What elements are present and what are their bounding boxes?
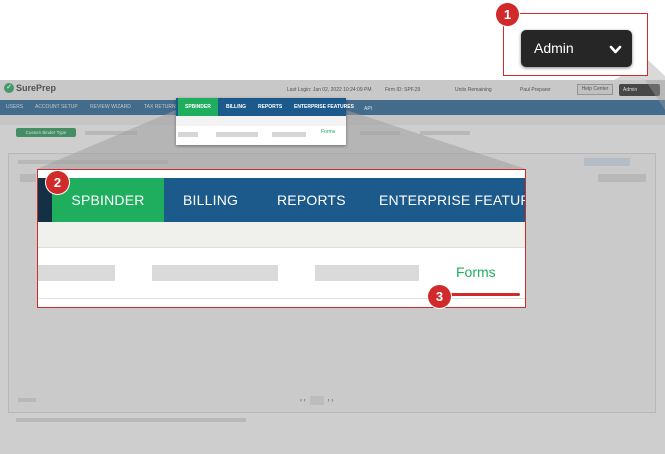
mini-nav: SPBINDER BILLING REPORTS ENTERPRISE FEAT… <box>176 98 354 116</box>
step-marker-3: 3 <box>428 285 451 308</box>
pager-next-button[interactable]: › › <box>328 398 334 404</box>
zoomed-nav-panel: SPBINDER BILLING REPORTS ENTERPRISE FEAT… <box>37 169 526 308</box>
placeholder-bar <box>178 132 198 137</box>
forms-link[interactable]: Forms <box>456 264 496 280</box>
custom-binder-type-button[interactable]: Custom Binder Type <box>16 128 76 137</box>
mini-tab-reports[interactable]: REPORTS <box>258 104 282 110</box>
mini-tab-enterprise[interactable]: ENTERPRISE FEATURES <box>294 104 354 110</box>
mini-sub-bar <box>176 116 346 126</box>
nav-highlight-small: SPBINDER BILLING REPORTS ENTERPRISE FEAT… <box>176 98 354 145</box>
last-login-text: Last Login: Jan 02, 2022 10:24:09 PM <box>287 87 372 93</box>
placeholder-bar <box>16 418 246 422</box>
tab-reports[interactable]: REPORTS <box>277 178 346 222</box>
tab-billing[interactable]: BILLING <box>183 178 238 222</box>
subnav-placeholder[interactable] <box>38 265 115 281</box>
step-marker-1: 1 <box>496 3 519 26</box>
admin-dropdown[interactable]: Admin <box>521 30 632 67</box>
placeholder-bar <box>360 131 400 135</box>
zoom-nav-bar: SPBINDER BILLING REPORTS ENTERPRISE FEAT… <box>38 178 525 222</box>
subnav-placeholder[interactable] <box>315 265 419 281</box>
nav-api[interactable]: API <box>364 106 372 112</box>
step-marker-2: 2 <box>46 171 69 194</box>
chevron-down-icon <box>609 30 622 67</box>
zoom-sub-bar <box>38 222 525 248</box>
top-bar: ✓ SurePrep Last Login: Jan 02, 2022 10:2… <box>0 80 665 100</box>
admin-label: Admin <box>534 40 574 56</box>
nav-account-setup[interactable]: ACCOUNT SETUP <box>35 104 78 110</box>
user-menu[interactable]: Paul Preparer <box>520 87 551 93</box>
placeholder-bar <box>420 131 470 135</box>
pager-prev-button[interactable]: ‹ ‹ <box>300 398 306 404</box>
tab-enterprise-features[interactable]: ENTERPRISE FEATUR <box>379 178 525 222</box>
placeholder-bar <box>272 132 306 137</box>
pager-page-box[interactable] <box>309 396 324 405</box>
placeholder-field <box>598 174 646 182</box>
placeholder-bar <box>216 132 258 137</box>
help-center-button[interactable]: Help Center <box>577 84 613 95</box>
pagination: ‹ ‹ › › <box>300 396 333 405</box>
placeholder-button[interactable] <box>584 158 630 166</box>
placeholder-bar <box>18 160 168 164</box>
check-icon: ✓ <box>4 83 14 93</box>
firm-id-text: Firm ID: SPF.29 <box>385 87 421 93</box>
mini-tab-spbinder[interactable]: SPBINDER <box>178 98 218 116</box>
admin-dropdown-small[interactable]: Admin <box>619 84 660 96</box>
nav-tax-return[interactable]: TAX RETURN <box>144 104 176 110</box>
units-remaining-dropdown[interactable]: Units Remaining <box>455 87 492 93</box>
placeholder-bar <box>18 398 36 402</box>
mini-tab-billing[interactable]: BILLING <box>226 104 246 110</box>
nav-users[interactable]: USERS <box>6 104 23 110</box>
placeholder-bar <box>85 131 137 135</box>
nav-review-wizard[interactable]: REVIEW WIZARD <box>90 104 131 110</box>
divider <box>38 298 525 299</box>
sureprep-logo: ✓ SurePrep <box>4 83 56 93</box>
forms-underline <box>448 293 520 296</box>
placeholder-field <box>20 174 36 182</box>
subnav-placeholder[interactable] <box>152 265 278 281</box>
mini-forms-link[interactable]: Forms <box>321 129 335 135</box>
